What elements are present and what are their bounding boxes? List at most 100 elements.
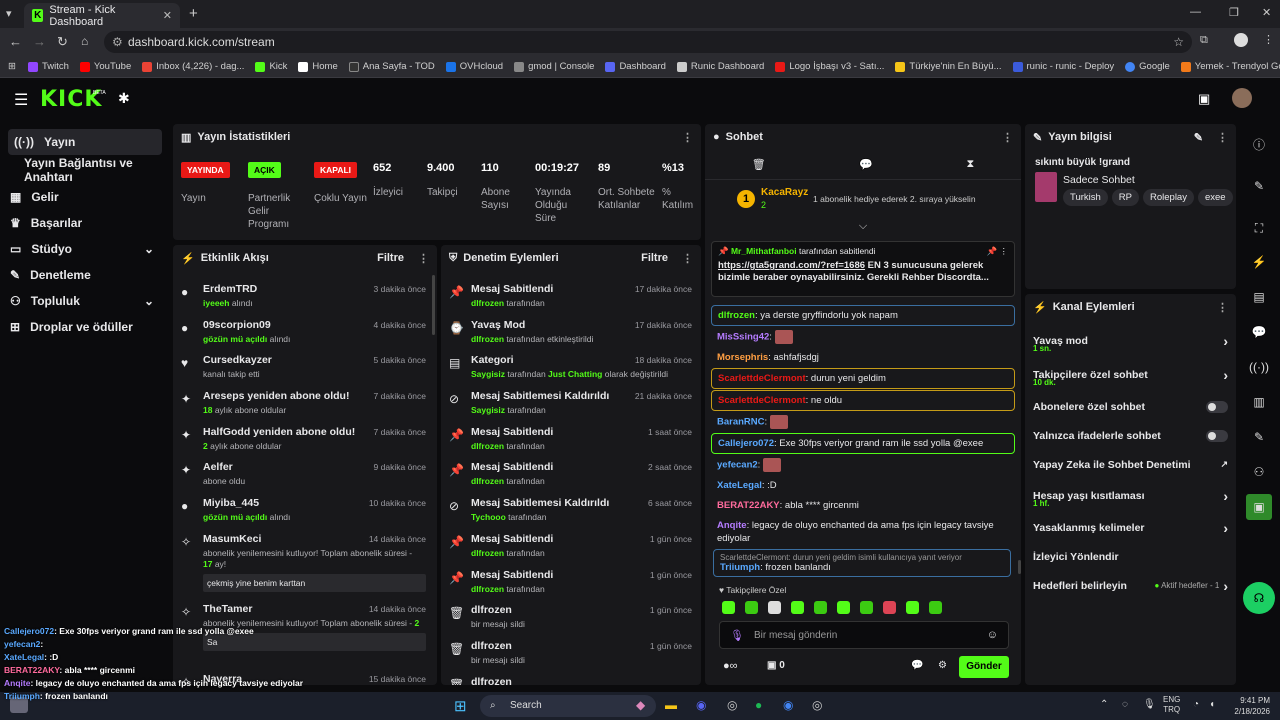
more-options-icon[interactable]: ⋮ <box>682 252 693 265</box>
restore-icon[interactable]: ❐ <box>1229 6 1239 19</box>
tag[interactable]: Roleplay <box>1143 189 1194 206</box>
sidebar-item-basarilar[interactable]: ♛ Başarılar <box>0 210 170 236</box>
minimize-icon[interactable]: — <box>1190 6 1201 18</box>
channel-action[interactable]: Yapay Zeka ile Sohbet Denetimi ↗ <box>1025 450 1236 479</box>
site-info-icon[interactable]: ⚙ <box>112 31 123 53</box>
user-avatar[interactable] <box>1232 88 1252 108</box>
extensions-icon[interactable]: ⧉ <box>1200 34 1208 47</box>
taskbar-search[interactable]: ⌕ Search <box>480 695 656 717</box>
sidebar-item-topluluk[interactable]: ⚇ Topluluk ⌄ <box>0 288 170 314</box>
emote[interactable] <box>768 601 781 614</box>
chat-username[interactable]: Anqite <box>717 520 747 531</box>
new-tab-icon[interactable]: + <box>189 5 198 22</box>
chat-username[interactable]: BaranRNC <box>717 417 765 428</box>
document-icon[interactable]: ▤ <box>1246 284 1272 310</box>
sidebar-item-denetleme[interactable]: ✎ Denetleme <box>0 262 170 288</box>
bookmark[interactable]: YouTube <box>79 61 131 72</box>
trash-icon[interactable]: 🗑 <box>752 158 766 171</box>
more-options-icon[interactable]: ⋮ <box>1217 131 1228 144</box>
chat-emote-icon[interactable]: 💬 <box>911 660 923 671</box>
emote[interactable] <box>837 601 850 614</box>
bookmark[interactable]: Google <box>1125 61 1170 72</box>
emote[interactable] <box>814 601 827 614</box>
more-options-icon[interactable]: ⋮ <box>1217 301 1228 314</box>
tag[interactable]: Turkish <box>1063 189 1108 206</box>
bookmark[interactable]: Yemek - Trendyol Go <box>1180 61 1280 72</box>
bookmark[interactable]: gmod | Console <box>514 61 594 72</box>
spotify-icon[interactable]: ● <box>755 698 762 712</box>
app-icon[interactable]: ◎ <box>812 698 822 712</box>
copilot-icon[interactable]: ◆ <box>636 698 645 712</box>
channel-action[interactable]: Abonelere özel sohbet <box>1025 392 1236 421</box>
filter-button[interactable]: Filtre <box>377 252 404 264</box>
edit-icon[interactable]: ✎ <box>1246 173 1272 199</box>
language-indicator[interactable]: ENG TRQ <box>1163 695 1180 715</box>
chat-username[interactable]: dlfrozen <box>718 310 755 321</box>
reload-icon[interactable]: ↻ <box>57 34 68 50</box>
bookmark[interactable]: Home <box>298 61 338 72</box>
fullscreen-icon[interactable]: ⛶ <box>1246 215 1272 241</box>
bookmark[interactable]: Dashboard <box>605 61 666 72</box>
discord-icon[interactable]: ◉ <box>696 698 706 712</box>
sidebar-item-stream-key[interactable]: Yayın Bağlantısı ve Anahtarı <box>0 156 170 184</box>
support-icon[interactable]: ☊ <box>1243 582 1275 614</box>
url-field[interactable]: ⚙ dashboard.kick.com/stream ☆ <box>104 31 1192 53</box>
wifi-icon[interactable]: ◔ <box>1193 699 1199 710</box>
more-options-icon[interactable]: ⋮ <box>418 252 429 265</box>
sidebar-item-studyo[interactable]: ▭ Stüdyo ⌄ <box>0 236 170 262</box>
broadcast-icon[interactable]: ((·)) <box>1246 354 1272 380</box>
channel-action[interactable]: Yalnızca ifadelerle sohbet <box>1025 421 1236 450</box>
pin-icon[interactable]: 📌 ⋮ <box>987 246 1008 257</box>
emoji-icon[interactable]: ☺ <box>987 629 998 641</box>
channel-action[interactable]: Hedefleri belirleyin ● Aktif hedefler - 1… <box>1025 571 1236 600</box>
microphone-icon[interactable]: 🎙 <box>1143 699 1156 710</box>
bookmark[interactable]: Kick <box>255 61 287 72</box>
emote[interactable] <box>906 601 919 614</box>
chat-username[interactable]: MisSsing42 <box>717 332 769 343</box>
channel-action[interactable]: Takipçilere özel sohbet 10 dk. › <box>1025 358 1236 392</box>
channel-action[interactable]: Hesap yaşı kısıtlaması 1 hf. › <box>1025 479 1236 513</box>
hamburger-menu-icon[interactable]: ☰ <box>14 90 28 110</box>
sidebar-item-gelir[interactable]: ▦ Gelir <box>0 184 170 210</box>
volume-icon[interactable]: ◖ <box>1209 699 1215 710</box>
send-button[interactable]: Gönder <box>959 656 1009 678</box>
emote[interactable] <box>745 601 758 614</box>
lightning-icon[interactable]: ⚡ <box>1246 249 1272 275</box>
bookmark[interactable]: OVHcloud <box>445 61 503 72</box>
network-icon[interactable]: ◌ <box>1122 699 1128 710</box>
chat-username[interactable]: ScarlettdeClermont <box>718 373 806 384</box>
bookmark[interactable]: Türkiye'nin En Büyü... <box>895 61 1002 72</box>
chat-username[interactable]: Morsephris <box>717 352 768 363</box>
toggle-switch[interactable] <box>1206 400 1228 413</box>
gift-counter[interactable]: ▣ 0 <box>767 660 785 671</box>
chrome-icon[interactable]: ◉ <box>783 698 793 712</box>
settings-gear-icon[interactable]: ⚙ <box>938 660 947 671</box>
more-options-icon[interactable]: ⋮ <box>682 131 693 144</box>
tag[interactable]: RP <box>1111 189 1139 206</box>
chat-username[interactable]: yefecan2 <box>717 460 758 471</box>
file-explorer-icon[interactable]: ▬ <box>665 698 677 712</box>
emote[interactable] <box>791 601 804 614</box>
browser-tab[interactable]: K Stream - Kick Dashboard ✕ <box>24 3 180 28</box>
sidebar-item-droplar[interactable]: ⊞ Droplar ve ödüller <box>0 314 170 340</box>
steam-icon[interactable]: ◎ <box>727 698 737 712</box>
sidebar-item-yayin[interactable]: ((·)) Yayın <box>8 129 162 155</box>
home-icon[interactable]: ⌂ <box>81 34 88 48</box>
chat-bubble-icon[interactable]: 💬 <box>859 158 873 171</box>
chat-icon[interactable]: 💬 <box>1246 319 1272 345</box>
toggle-switch[interactable] <box>1206 429 1228 442</box>
emote[interactable] <box>722 601 735 614</box>
channel-action[interactable]: Yasaklanmış kelimeler › <box>1025 513 1236 542</box>
tag[interactable]: exee <box>1197 189 1233 206</box>
emote[interactable] <box>929 601 942 614</box>
back-icon[interactable]: ← <box>9 34 22 49</box>
apps-icon[interactable]: ⊞ <box>8 61 16 72</box>
info-icon[interactable]: ⓘ <box>1246 131 1272 157</box>
community-icon[interactable]: ⚇ <box>1246 459 1272 485</box>
channel-action[interactable]: İzleyici Yönlendir <box>1025 542 1236 571</box>
category-thumbnail[interactable] <box>1035 172 1057 202</box>
wrench-icon[interactable]: ✎ <box>1246 424 1272 450</box>
bookmark[interactable]: Inbox (4,226) - dag... <box>142 61 244 72</box>
forward-icon[interactable]: → <box>33 34 46 49</box>
pin-toggle-icon[interactable]: ⌵ <box>705 221 1021 232</box>
